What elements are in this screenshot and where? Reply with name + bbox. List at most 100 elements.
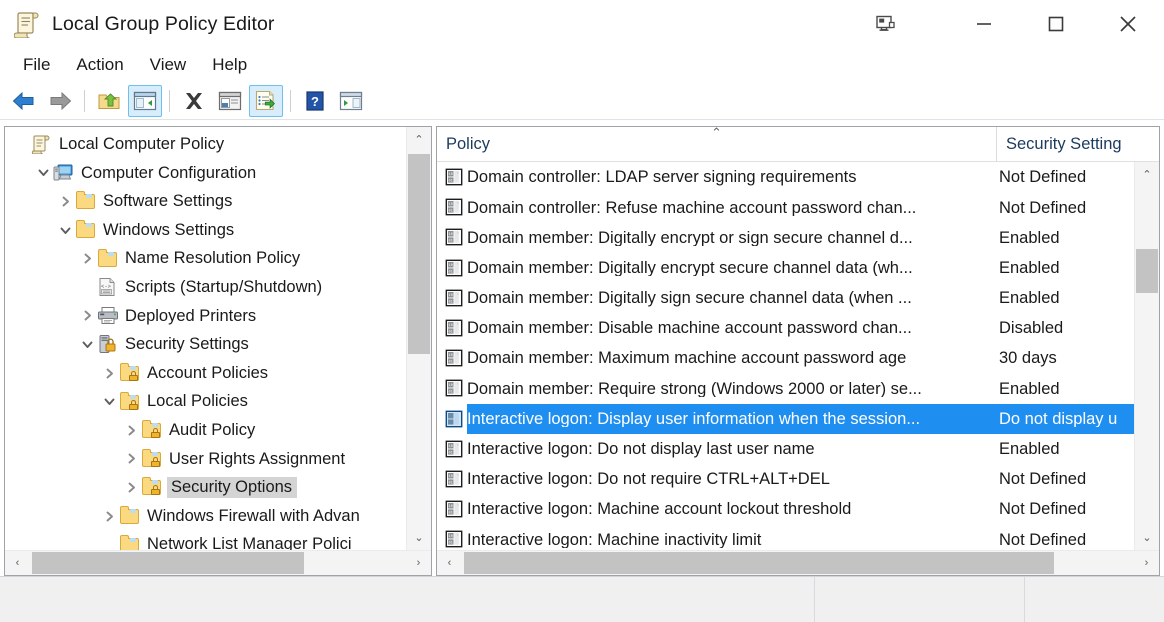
help-button[interactable]: ? (298, 85, 332, 117)
list-horizontal-scrollbar[interactable]: ‹ › (437, 550, 1159, 575)
chevron-right-icon[interactable] (55, 195, 75, 208)
folder-icon (97, 248, 119, 269)
tree-vscroll-track[interactable] (407, 152, 431, 525)
list-scroll-left-button[interactable]: ‹ (437, 551, 462, 575)
tree-item-name-resolution-policy[interactable]: Name Resolution Policy (5, 244, 406, 273)
table-row[interactable]: 10 01 Interactive logon: Machine account l… (437, 494, 1134, 524)
tree-item-account-policies[interactable]: Account Policies (5, 359, 406, 388)
console-tree-pane: Local Computer Policy Computer Configurat… (4, 126, 432, 576)
status-cell-middle (815, 577, 1025, 622)
table-row[interactable]: 10 01 Domain member: Disable machine accou… (437, 313, 1134, 343)
tree-horizontal-scrollbar[interactable]: ‹ › (5, 550, 431, 575)
chevron-right-icon[interactable] (77, 309, 97, 322)
list-scroll-right-button[interactable]: › (1134, 551, 1159, 575)
list-scroll-up-button[interactable]: ⌃ (1135, 162, 1159, 187)
table-row[interactable]: 10 01 Domain member: Maximum machine accou… (437, 343, 1134, 373)
list-scroll-down-button[interactable]: ⌄ (1135, 525, 1159, 550)
table-row[interactable]: 10 01 Domain member: Digitally sign secure… (437, 283, 1134, 313)
toolbar-separator-3 (290, 89, 291, 112)
back-button[interactable] (7, 85, 41, 117)
minimize-button[interactable] (948, 0, 1020, 48)
policy-name-cell: Domain member: Digitally encrypt or sign… (467, 228, 913, 247)
toolbar: ? (0, 82, 1164, 120)
tree-item-local-policies[interactable]: Local Policies (5, 387, 406, 416)
tree-item-deployed-printers[interactable]: Deployed Printers (5, 302, 406, 331)
chevron-right-icon[interactable] (99, 367, 119, 380)
tree-vscroll-thumb[interactable] (408, 154, 430, 354)
policy-name-cell: Domain member: Digitally sign secure cha… (467, 289, 912, 307)
table-row[interactable]: 10 01 Domain controller: Refuse machine ac… (437, 192, 1134, 222)
table-row[interactable]: 10 01 Interactive logon: Do not require CT… (437, 464, 1134, 494)
tree-scroll-down-button[interactable]: ⌄ (407, 525, 431, 550)
chevron-right-icon[interactable] (99, 510, 119, 523)
table-row[interactable]: 10 01 Domain member: Digitally encrypt sec… (437, 253, 1134, 283)
menu-help[interactable]: Help (199, 52, 260, 78)
policy-setting-icon: 10 01 (445, 289, 463, 307)
tree-item-windows-firewall-with-advan[interactable]: Windows Firewall with Advan (5, 502, 406, 531)
tree-item-user-rights-assignment[interactable]: User Rights Assignment (5, 445, 406, 474)
chevron-down-icon[interactable] (99, 395, 119, 408)
table-row[interactable]: 10 01 Domain member: Require strong (Windo… (437, 373, 1134, 403)
tree-item-security-settings[interactable]: Security Settings (5, 330, 406, 359)
chevron-down-icon[interactable] (55, 224, 75, 237)
tree-scroll-up-button[interactable]: ⌃ (407, 127, 431, 152)
show-hide-console-tree-button[interactable] (128, 84, 162, 117)
svg-text:10: 10 (449, 234, 453, 238)
tree-item-software-settings[interactable]: Software Settings (5, 187, 406, 216)
tree-item-computer-configuration[interactable]: Computer Configuration (5, 159, 406, 188)
delete-button[interactable] (177, 85, 211, 117)
tree-item-label: Audit Policy (169, 420, 256, 439)
up-one-level-button[interactable] (92, 85, 126, 117)
tree-item-windows-settings[interactable]: Windows Settings (5, 216, 406, 245)
export-list-button[interactable] (249, 84, 283, 117)
chevron-down-icon[interactable] (33, 166, 53, 179)
tree-item-local-computer-policy[interactable]: Local Computer Policy (5, 130, 406, 159)
list-vertical-scrollbar[interactable]: ⌃ ⌄ (1134, 162, 1159, 550)
table-row[interactable]: 10 01 Domain controller: LDAP server signi… (437, 162, 1134, 192)
chevron-right-icon[interactable] (121, 424, 141, 437)
svg-text:10: 10 (449, 445, 453, 449)
show-action-pane-button[interactable] (334, 85, 368, 117)
forward-button[interactable] (43, 85, 77, 117)
svg-text:10: 10 (449, 385, 453, 389)
table-row[interactable]: 10 01 Domain member: Digitally encrypt or … (437, 222, 1134, 252)
menu-file[interactable]: File (10, 52, 63, 78)
column-header-security-setting-label: Security Setting (1006, 134, 1122, 153)
chevron-right-icon[interactable] (77, 252, 97, 265)
column-header-security-setting[interactable]: Security Setting (997, 127, 1159, 161)
table-row[interactable]: 10 01 Interactive logon: Machine inactivit… (437, 524, 1134, 550)
tree-item-audit-policy[interactable]: Audit Policy (5, 416, 406, 445)
menu-view[interactable]: View (137, 52, 200, 78)
table-row[interactable]: 10 01 Interactive logon: Do not display la… (437, 434, 1134, 464)
list-vscroll-thumb[interactable] (1136, 249, 1158, 293)
policy-setting-icon: 10 01 (445, 168, 463, 186)
menu-action[interactable]: Action (63, 52, 136, 78)
tree-hscroll-track[interactable] (30, 551, 406, 575)
chevron-down-icon[interactable] (77, 338, 97, 351)
maximize-button[interactable] (1020, 0, 1092, 48)
tree-scroll-right-button[interactable]: › (406, 551, 431, 575)
svg-text:10: 10 (449, 505, 453, 509)
list-hscroll-track[interactable] (462, 551, 1134, 575)
svg-text:01: 01 (449, 210, 453, 214)
close-button[interactable] (1092, 0, 1164, 48)
tree-item-scripts-startup-shutdown[interactable]: <-> Scripts (Startup/Shutdown) (5, 273, 406, 302)
tree-scroll-left-button[interactable]: ‹ (5, 551, 30, 575)
list-vscroll-track[interactable] (1135, 187, 1159, 525)
table-row[interactable]: Interactive logon: Display user informat… (437, 403, 1134, 434)
security-setting-cell: Enabled (999, 228, 1060, 247)
tree-vertical-scrollbar[interactable]: ⌃ ⌄ (406, 127, 431, 550)
column-header-policy[interactable]: Policy ⌃ (437, 125, 997, 161)
tree-item-network-list-manager-polici[interactable]: Network List Manager Polici (5, 530, 406, 550)
svg-text:<->: <-> (101, 283, 111, 290)
properties-button[interactable] (213, 85, 247, 117)
tree-hscroll-thumb[interactable] (32, 552, 304, 574)
chevron-right-icon[interactable] (121, 481, 141, 494)
tree-item-security-options[interactable]: Security Options (5, 473, 406, 502)
chevron-right-icon[interactable] (121, 452, 141, 465)
policy-setting-icon: 10 01 (445, 198, 463, 216)
display-monitor-icon[interactable] (858, 0, 914, 48)
svg-text:01: 01 (449, 270, 453, 274)
policy-name-cell: Interactive logon: Machine inactivity li… (467, 530, 762, 549)
list-hscroll-thumb[interactable] (464, 552, 1054, 574)
